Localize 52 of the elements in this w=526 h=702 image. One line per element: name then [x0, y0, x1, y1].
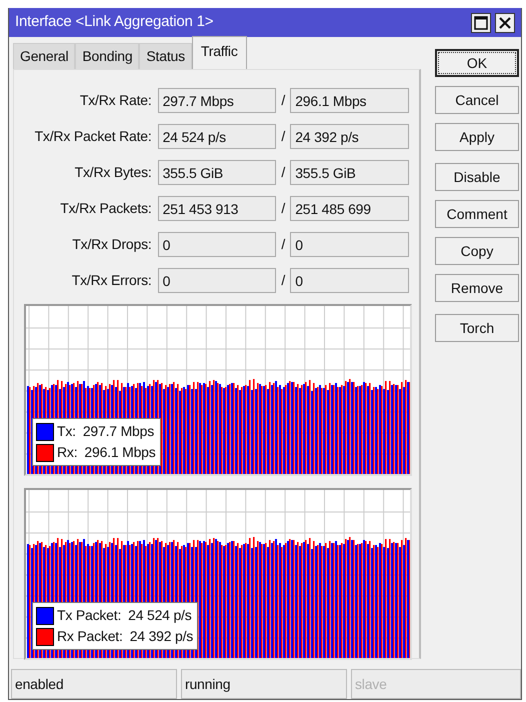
value-field: 355.5 GiB	[158, 160, 276, 184]
legend-label: Rx Packet:	[57, 627, 123, 646]
value-field: 24 392 p/s	[290, 124, 409, 148]
dialog-button[interactable]: Comment	[435, 200, 519, 228]
status-field: slave	[351, 669, 521, 699]
window-title: Interface <Link Aggregation 1>	[15, 12, 214, 32]
legend-label: Tx Packet:	[57, 606, 122, 625]
separator-text: /	[280, 234, 286, 254]
value-field: 0	[290, 268, 409, 292]
separator-text: /	[280, 126, 286, 146]
legend-value: 24 392 p/s	[130, 627, 194, 646]
legend-value: 296.1 Mbps	[84, 443, 156, 462]
dialog-button[interactable]: Copy	[435, 237, 519, 265]
tab[interactable]: Status	[139, 43, 192, 69]
tab[interactable]: Bonding	[75, 43, 140, 69]
field-label: Tx/Rx Errors:	[70, 270, 153, 290]
separator-text: /	[280, 162, 286, 182]
legend-value: 24 524 p/s	[128, 606, 192, 625]
legend-label: Rx:	[57, 443, 78, 462]
maximize-icon	[474, 16, 488, 30]
tab[interactable]: Traffic	[192, 36, 247, 69]
status-field: running	[181, 669, 347, 699]
legend-label: Tx:	[57, 422, 76, 441]
tab[interactable]: General	[13, 43, 76, 69]
value-field: 0	[158, 232, 276, 256]
dialog-button[interactable]: OK	[435, 49, 519, 77]
separator-text: /	[280, 90, 286, 110]
value-field: 0	[290, 232, 409, 256]
value-field: 296.1 Mbps	[290, 88, 409, 112]
value-field: 0	[158, 268, 276, 292]
legend-value: 297.7 Mbps	[82, 422, 154, 441]
close-icon	[499, 16, 511, 28]
value-field: 251 485 699	[290, 196, 409, 220]
dialog-button[interactable]: Remove	[435, 274, 519, 302]
dialog-button[interactable]: Disable	[435, 163, 519, 191]
value-field: 251 453 913	[158, 196, 276, 220]
value-field: 297.7 Mbps	[158, 88, 276, 112]
value-field: 24 524 p/s	[158, 124, 276, 148]
value-field: 355.5 GiB	[290, 160, 409, 184]
separator-text: /	[280, 270, 286, 290]
dialog-button[interactable]: Cancel	[435, 86, 519, 114]
dialog-button[interactable]: Apply	[435, 123, 519, 151]
separator-text: /	[280, 198, 286, 218]
field-label: Tx/Rx Rate:	[78, 90, 153, 110]
close-button[interactable]	[495, 12, 515, 32]
maximize-button[interactable]	[471, 12, 491, 32]
field-label: Tx/Rx Drops:	[71, 234, 153, 254]
dialog-button[interactable]: Torch	[435, 314, 519, 342]
field-label: Tx/Rx Packet Rate:	[34, 126, 153, 146]
status-field: enabled	[11, 669, 177, 699]
field-label: Tx/Rx Packets:	[59, 198, 153, 218]
field-label: Tx/Rx Bytes:	[74, 162, 153, 182]
